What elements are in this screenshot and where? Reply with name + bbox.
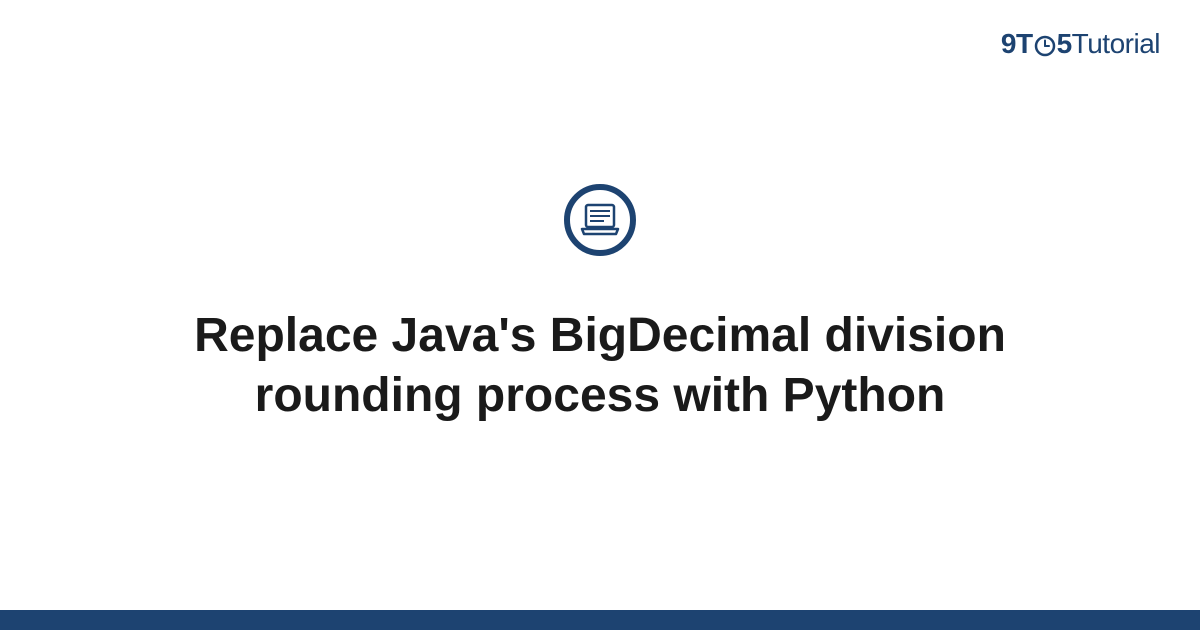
main-content: Replace Java's BigDecimal division round… bbox=[0, 184, 1200, 426]
clock-icon bbox=[1034, 35, 1056, 57]
logo-t1: T bbox=[1016, 28, 1033, 59]
logo-tutorial: Tutorial bbox=[1072, 28, 1160, 59]
logo-five: 5 bbox=[1057, 28, 1072, 59]
logo-nine: 9 bbox=[1001, 28, 1016, 59]
footer-bar bbox=[0, 610, 1200, 630]
article-icon-circle bbox=[564, 184, 636, 256]
laptop-icon bbox=[580, 203, 620, 237]
article-title: Replace Java's BigDecimal division round… bbox=[0, 306, 1200, 426]
site-logo: 9T5Tutorial bbox=[1001, 28, 1160, 60]
